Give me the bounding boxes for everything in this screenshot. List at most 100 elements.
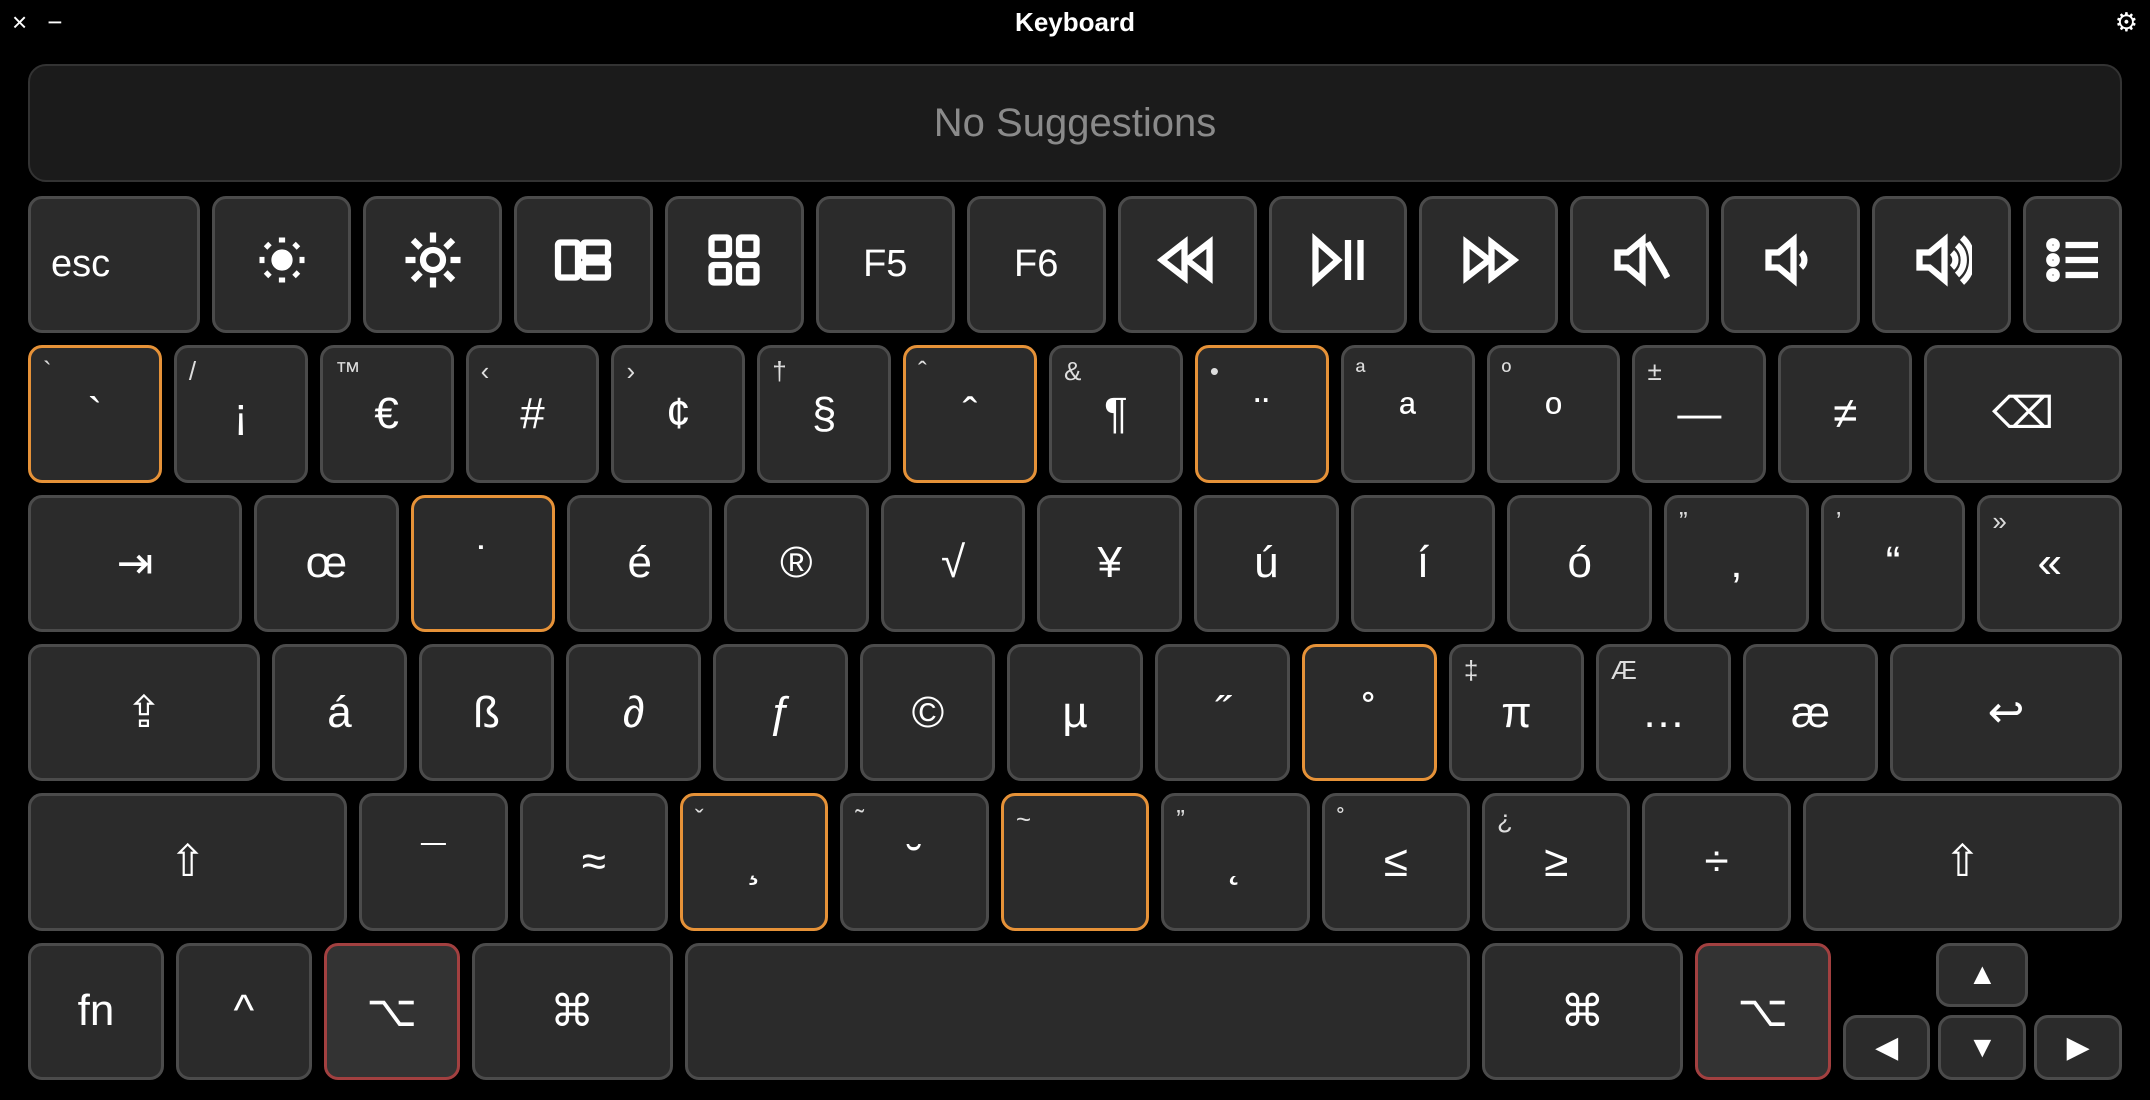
minimize-button[interactable]: − [47, 7, 62, 38]
key-copyright[interactable]: © [860, 644, 995, 781]
key-lte-label: ≤ [1384, 837, 1408, 887]
key-volume-up[interactable] [1872, 196, 2011, 333]
close-button[interactable]: × [12, 7, 27, 38]
key-cent-label: ¢ [666, 389, 690, 439]
key-volume-down[interactable] [1721, 196, 1860, 333]
key-comma-quote[interactable]: ”‚ [1664, 495, 1809, 632]
key-yen[interactable]: ¥ [1037, 495, 1182, 632]
key-florin-label: ƒ [769, 688, 793, 738]
key-pi[interactable]: ‡π [1449, 644, 1584, 781]
key-registered[interactable]: ® [724, 495, 869, 632]
key-open-quote[interactable]: ’“ [1821, 495, 1966, 632]
key-i-acute-label: í [1417, 538, 1429, 588]
key-hash[interactable]: ‹# [466, 345, 600, 482]
key-fast-forward[interactable] [1419, 196, 1558, 333]
key-shift-right-label: ⇧ [1944, 836, 1981, 887]
key-a-acute-label: á [327, 688, 351, 738]
key-f6[interactable]: F6 [967, 196, 1106, 333]
key-delete-label: ⌫ [1992, 388, 2054, 439]
key-option-right[interactable]: ⌥ [1695, 943, 1831, 1080]
key-oe[interactable]: œ [254, 495, 399, 632]
key-pilcrow[interactable]: &¶ [1049, 345, 1183, 482]
key-control[interactable]: ^ [176, 943, 312, 1080]
key-eth-partial[interactable]: ∂ [566, 644, 701, 781]
settings-button[interactable]: ⚙ [2115, 7, 2138, 37]
key-ring-above-dead[interactable]: ˚ [1302, 644, 1437, 781]
key-gte[interactable]: ¿≥ [1482, 793, 1630, 930]
key-sharp-s[interactable]: ß [419, 644, 554, 781]
key-backtick[interactable]: `` [28, 345, 162, 482]
key-not-equal-label: ≠ [1833, 389, 1857, 439]
key-em-dash[interactable]: ±— [1632, 345, 1766, 482]
key-inv-excl[interactable]: /¡ [174, 345, 308, 482]
key-hash-upper: ‹ [481, 356, 490, 387]
key-lte[interactable]: ˚≤ [1322, 793, 1470, 930]
key-o-acute-label: ó [1567, 538, 1591, 588]
key-e-acute[interactable]: é [567, 495, 712, 632]
key-dot-above-dead[interactable]: ˙ [411, 495, 556, 632]
key-approx[interactable]: ≈ [520, 793, 668, 930]
key-section-upper: † [772, 356, 786, 387]
key-arrow-left[interactable]: ◀ [1843, 1015, 1931, 1080]
key-brightness-down[interactable] [212, 196, 351, 333]
key-guillemet-label: « [2037, 538, 2061, 588]
key-option-left[interactable]: ⌥ [324, 943, 460, 1080]
key-cedilla-dead[interactable]: ˇ¸ [680, 793, 828, 930]
key-double-acute[interactable]: ˝ [1155, 644, 1290, 781]
key-ellipsis[interactable]: Æ… [1596, 644, 1731, 781]
window-title: Keyboard [1015, 7, 1135, 38]
key-ae[interactable]: æ [1743, 644, 1878, 781]
key-list[interactable] [2023, 196, 2122, 333]
key-breve[interactable]: ˜˘ [840, 793, 988, 930]
key-sqrt[interactable]: √ [881, 495, 1026, 632]
key-shift-left[interactable]: ⇧ [28, 793, 347, 930]
key-mu[interactable]: µ [1007, 644, 1142, 781]
key-breve-label: ˘ [907, 837, 922, 887]
key-arrow-up[interactable]: ▲ [1936, 943, 2028, 1008]
key-command-left[interactable]: ⌘ [472, 943, 673, 1080]
key-shift-right[interactable]: ⇧ [1803, 793, 2122, 930]
key-diaeresis-dead[interactable]: •¨ [1195, 345, 1329, 482]
key-u-acute[interactable]: ú [1194, 495, 1339, 632]
key-o-ordinal[interactable]: ºº [1487, 345, 1621, 482]
key-division[interactable]: ÷ [1642, 793, 1790, 930]
key-pilcrow-label: ¶ [1104, 389, 1128, 439]
key-o-acute[interactable]: ó [1507, 495, 1652, 632]
key-command-right[interactable]: ⌘ [1482, 943, 1683, 1080]
key-mute[interactable] [1570, 196, 1709, 333]
key-f5[interactable]: F5 [816, 196, 955, 333]
key-circumflex-dead[interactable]: ˆˆ [903, 345, 1037, 482]
suggestions-text: No Suggestions [934, 101, 1216, 146]
key-a-acute[interactable]: á [272, 644, 407, 781]
key-launchpad[interactable] [665, 196, 804, 333]
key-cent[interactable]: ›¢ [611, 345, 745, 482]
key-open-quote-label: “ [1886, 538, 1901, 588]
key-brightness-up[interactable] [363, 196, 502, 333]
key-florin[interactable]: ƒ [713, 644, 848, 781]
key-macron[interactable]: ¯ [359, 793, 507, 930]
key-space[interactable] [685, 943, 1470, 1080]
key-caps-lock[interactable]: ⇪ [28, 644, 260, 781]
key-option-left-label: ⌥ [366, 986, 417, 1037]
key-esc[interactable]: esc [28, 196, 200, 333]
key-a-ordinal[interactable]: ªª [1341, 345, 1475, 482]
key-delete[interactable]: ⌫ [1924, 345, 2122, 482]
key-return-label: ↩ [1988, 687, 2025, 738]
key-rewind[interactable] [1118, 196, 1257, 333]
key-tab[interactable]: ⇥ [28, 495, 242, 632]
key-arrow-down[interactable]: ▼ [1938, 1015, 2026, 1080]
key-fn[interactable]: fn [28, 943, 164, 1080]
key-open-quote-upper: ’ [1836, 506, 1842, 537]
key-mission-control[interactable] [514, 196, 653, 333]
key-return[interactable]: ↩ [1890, 644, 2122, 781]
key-ogonek[interactable]: ”˛ [1161, 793, 1309, 930]
key-arrow-right[interactable]: ▶ [2034, 1015, 2122, 1080]
key-play-pause[interactable] [1269, 196, 1408, 333]
key-euro[interactable]: ™€ [320, 345, 454, 482]
key-tilde-dead[interactable]: ~ [1001, 793, 1149, 930]
rewind-icon [1157, 230, 1217, 300]
key-section[interactable]: †§ [757, 345, 891, 482]
key-not-equal[interactable]: ≠ [1778, 345, 1912, 482]
key-i-acute[interactable]: í [1351, 495, 1496, 632]
key-guillemet[interactable]: »« [1977, 495, 2122, 632]
